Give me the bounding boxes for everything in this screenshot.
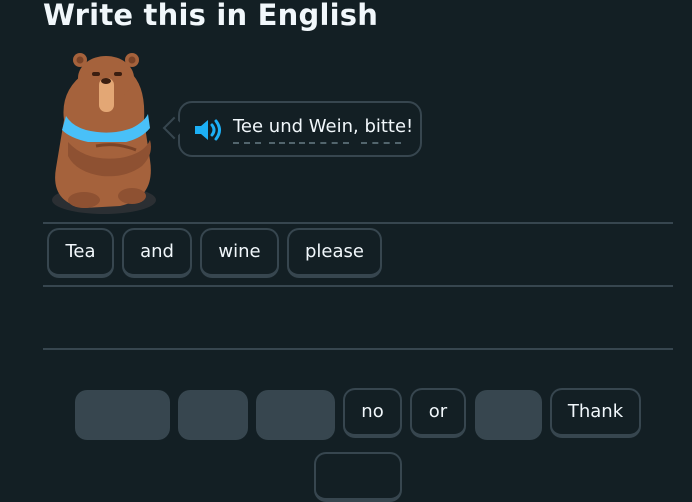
answer-tile-please[interactable]: please — [287, 228, 382, 278]
word-bank-slot-empty — [75, 390, 170, 440]
word-bank-tile-thank[interactable]: Thank — [550, 388, 641, 438]
prompt-sentence[interactable]: Tee und Wein, bitte! — [233, 116, 413, 137]
word-hint-underline — [269, 142, 305, 144]
page-title: Write this in English — [43, 0, 379, 32]
word-hint-underline — [361, 142, 401, 144]
answer-tile-and[interactable]: and — [122, 228, 192, 278]
word-bank-tile-or[interactable]: or — [410, 388, 466, 438]
answer-tile-wine[interactable]: wine — [200, 228, 279, 278]
answer-line-top — [43, 222, 673, 224]
answer-tile-tea[interactable]: Tea — [47, 228, 114, 278]
word-bank-tile-no[interactable]: no — [343, 388, 402, 438]
word-bank-slot-empty — [256, 390, 335, 440]
answer-line-bottom — [43, 348, 673, 350]
bear-character-illustration — [52, 53, 156, 214]
word-bank-tile-partial[interactable] — [314, 452, 402, 502]
word-bank-slot-empty — [178, 390, 248, 440]
answer-line-middle — [43, 285, 673, 287]
word-hint-underline — [309, 142, 349, 144]
speaker-icon[interactable] — [193, 116, 225, 144]
word-bank-slot-empty — [475, 390, 542, 440]
word-hint-underline — [233, 142, 261, 144]
